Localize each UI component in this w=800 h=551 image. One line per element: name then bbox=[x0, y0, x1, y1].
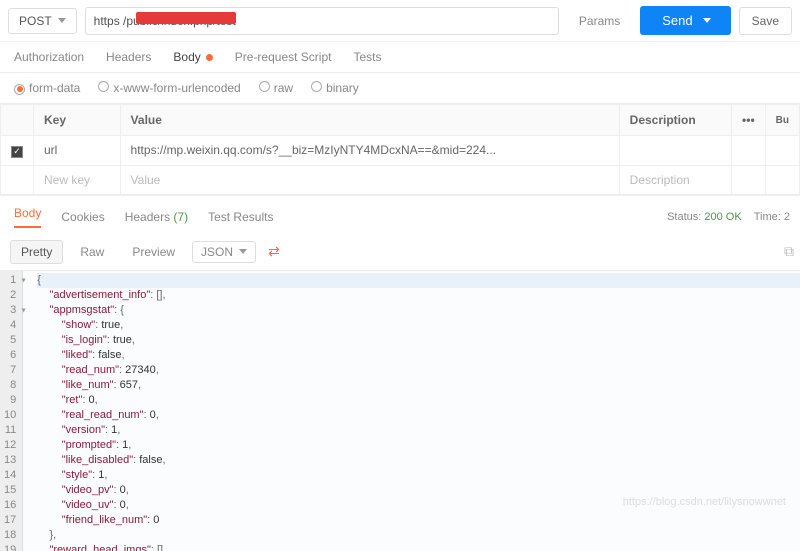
request-bar: POST https /public/index.php/test Params… bbox=[0, 0, 800, 42]
send-button[interactable]: Send bbox=[640, 6, 730, 35]
modified-dot-icon bbox=[206, 54, 213, 61]
response-tabs: Body Cookies Headers (7) Test Results St… bbox=[0, 195, 800, 234]
redaction-box bbox=[136, 12, 236, 24]
radio-icon bbox=[98, 81, 109, 92]
cell-desc[interactable] bbox=[619, 136, 731, 166]
response-body[interactable]: 1234567891011121314151617181920212223242… bbox=[0, 271, 800, 551]
radio-form-data[interactable]: form-data bbox=[14, 81, 80, 95]
format-select[interactable]: JSON bbox=[192, 241, 256, 263]
tab-tests[interactable]: Tests bbox=[353, 50, 381, 64]
radio-icon bbox=[259, 81, 270, 92]
cell-value[interactable]: https://mp.weixin.qq.com/s?__biz=MzIyNTY… bbox=[120, 136, 619, 166]
resp-tab-headers[interactable]: Headers (7) bbox=[125, 210, 188, 224]
line-gutter: 1234567891011121314151617181920212223242… bbox=[0, 271, 23, 551]
radio-binary[interactable]: binary bbox=[311, 81, 359, 95]
http-method-select[interactable]: POST bbox=[8, 8, 77, 34]
body-type-radios: form-data x-www-form-urlencoded raw bina… bbox=[0, 73, 800, 104]
row-checkbox[interactable]: ✓ bbox=[11, 146, 23, 158]
view-raw[interactable]: Raw bbox=[69, 240, 115, 264]
resp-tab-tests[interactable]: Test Results bbox=[208, 210, 273, 224]
chevron-down-icon bbox=[703, 18, 711, 23]
radio-raw[interactable]: raw bbox=[259, 81, 293, 95]
tab-prerequest[interactable]: Pre-request Script bbox=[235, 50, 332, 64]
save-button[interactable]: Save bbox=[739, 7, 792, 35]
resp-tab-body[interactable]: Body bbox=[14, 206, 41, 228]
table-row[interactable]: ✓ url https://mp.weixin.qq.com/s?__biz=M… bbox=[1, 136, 800, 166]
cell-key[interactable]: url bbox=[34, 136, 121, 166]
table-header-row: Key Value Description ••• Bu bbox=[1, 105, 800, 136]
tab-authorization[interactable]: Authorization bbox=[14, 50, 84, 64]
chevron-down-icon bbox=[239, 249, 247, 254]
table-new-row[interactable]: New key Value Description bbox=[1, 165, 800, 194]
tab-body[interactable]: Body bbox=[173, 50, 212, 64]
new-key-input[interactable]: New key bbox=[34, 165, 121, 194]
radio-urlencoded[interactable]: x-www-form-urlencoded bbox=[98, 81, 240, 95]
watermark: https://blog.csdn.net/lilysnowwnet bbox=[623, 496, 786, 508]
col-value: Value bbox=[120, 105, 619, 136]
send-label: Send bbox=[662, 13, 692, 28]
bulk-edit-link[interactable]: Bu bbox=[765, 105, 799, 136]
resp-tab-cookies[interactable]: Cookies bbox=[61, 210, 104, 224]
view-pretty[interactable]: Pretty bbox=[10, 240, 63, 264]
radio-icon bbox=[311, 81, 322, 92]
radio-icon bbox=[14, 84, 25, 95]
params-link[interactable]: Params bbox=[567, 14, 632, 28]
more-options-icon[interactable]: ••• bbox=[732, 105, 766, 136]
wrap-lines-icon[interactable]: ⇄ bbox=[262, 243, 286, 260]
new-desc-input[interactable]: Description bbox=[619, 165, 731, 194]
copy-icon[interactable]: ⧉ bbox=[784, 243, 794, 260]
chevron-down-icon bbox=[58, 18, 66, 23]
request-tabs: Authorization Headers Body Pre-request S… bbox=[0, 42, 800, 73]
col-desc: Description bbox=[619, 105, 731, 136]
new-value-input[interactable]: Value bbox=[120, 165, 619, 194]
url-input[interactable]: https /public/index.php/test bbox=[85, 7, 559, 35]
tab-body-label: Body bbox=[173, 50, 200, 64]
response-meta: Status: 200 OK Time: 2 bbox=[667, 211, 790, 223]
http-method-label: POST bbox=[19, 14, 52, 28]
view-preview[interactable]: Preview bbox=[121, 240, 186, 264]
response-view-bar: Pretty Raw Preview JSON ⇄ ⧉ bbox=[0, 234, 800, 271]
tab-headers[interactable]: Headers bbox=[106, 50, 151, 64]
col-key: Key bbox=[34, 105, 121, 136]
form-data-table: Key Value Description ••• Bu ✓ url https… bbox=[0, 104, 800, 195]
code-content[interactable]: { "advertisement_info": [], "appmsgstat"… bbox=[23, 271, 800, 551]
